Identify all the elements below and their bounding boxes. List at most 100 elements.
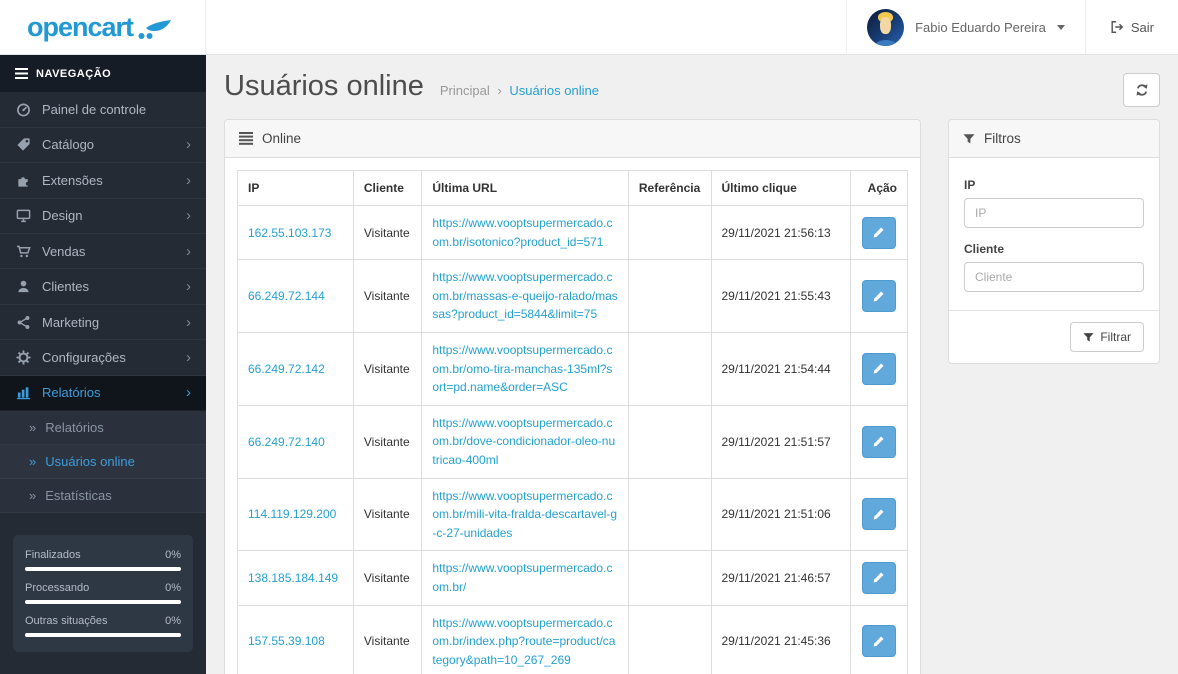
url-link[interactable]: https://www.vooptsupermercado.com.br/mas… — [432, 268, 618, 324]
submenu-item-usuarios-online[interactable]: » Usuários online — [0, 445, 206, 480]
url-link[interactable]: https://www.vooptsupermercado.com.br/ — [432, 559, 618, 596]
edit-button[interactable] — [861, 561, 896, 594]
filter-icon — [963, 133, 975, 145]
submenu-item-label: Usuários online — [45, 454, 135, 470]
sidebar-item-label: Catálogo — [42, 137, 95, 153]
sidebar-item-label: Relatórios — [42, 385, 101, 401]
sidebar-item-label: Clientes — [42, 279, 89, 295]
ultimo-clique-cell: 29/11/2021 21:45:36 — [710, 604, 851, 674]
url-link[interactable]: https://www.vooptsupermercado.com.br/dov… — [432, 414, 618, 470]
chevron-right-icon: › — [186, 171, 191, 189]
sidebar-item-clientes[interactable]: Clientes › — [0, 269, 206, 305]
col-header-acao: Ação — [849, 170, 909, 206]
cart-icon — [15, 244, 31, 259]
sidebar-item-label: Extensões — [42, 172, 103, 188]
sidebar-item-painel-de-controle[interactable]: Painel de controle — [0, 92, 206, 128]
chevron-right-icon: › — [186, 136, 191, 154]
stat-outras-situacoes: Outras situações 0% — [25, 615, 181, 627]
cliente-cell: Visitante — [352, 259, 423, 333]
header-spacer — [206, 0, 846, 54]
edit-button[interactable] — [861, 425, 896, 458]
ip-link[interactable]: 66.249.72.142 — [248, 362, 325, 376]
breadcrumb-root[interactable]: Principal — [440, 83, 490, 98]
pencil-icon — [873, 636, 884, 647]
page-title: Usuários online — [224, 70, 424, 102]
breadcrumb: Principal › Usuários online — [440, 83, 599, 98]
stat-label: Outras situações — [25, 615, 108, 628]
edit-button[interactable] — [861, 625, 896, 658]
referencia-cell — [627, 550, 712, 606]
ip-link[interactable]: 138.185.184.149 — [248, 571, 338, 585]
online-panel-body: IP Cliente Última URL Referência Último … — [225, 158, 920, 674]
url-link[interactable]: https://www.vooptsupermercado.com.br/mil… — [432, 487, 618, 543]
ip-link[interactable]: 162.55.103.173 — [248, 226, 331, 240]
ip-link[interactable]: 66.249.72.144 — [248, 289, 325, 303]
filter-button[interactable]: Filtrar — [1070, 322, 1144, 352]
table-row: 138.185.184.149 Visitante https://www.vo… — [237, 550, 909, 606]
order-status-stats: Finalizados 0% Processando 0% Outras sit… — [13, 535, 193, 653]
edit-button[interactable] — [861, 498, 896, 531]
breadcrumb-current[interactable]: Usuários online — [509, 83, 599, 98]
share-icon — [15, 315, 31, 330]
table-row: 66.249.72.144 Visitante https://www.voop… — [237, 259, 909, 333]
logo[interactable]: opencart — [0, 0, 206, 54]
ultimo-clique-cell: 29/11/2021 21:55:43 — [710, 259, 851, 333]
sidebar-item-vendas[interactable]: Vendas › — [0, 234, 206, 270]
edit-button[interactable] — [861, 352, 896, 385]
edit-button[interactable] — [861, 280, 896, 313]
ip-link[interactable]: 66.249.72.140 — [248, 435, 325, 449]
referencia-cell — [627, 477, 712, 552]
refresh-button[interactable] — [1123, 73, 1160, 107]
sidebar-item-marketing[interactable]: Marketing › — [0, 305, 206, 341]
ip-link[interactable]: 157.55.39.108 — [248, 634, 325, 648]
cliente-filter-label: Cliente — [964, 242, 1005, 256]
page-header: Usuários online Principal › Usuários onl… — [224, 55, 1160, 119]
logout-button[interactable]: Sair — [1084, 0, 1178, 54]
referencia-cell — [627, 331, 712, 406]
submenu-item-estatisticas[interactable]: » Estatísticas — [0, 479, 206, 514]
stat-label: Processando — [25, 582, 90, 595]
stat-value: 0% — [165, 615, 181, 628]
cliente-cell: Visitante — [352, 477, 423, 552]
sidebar-item-label: Marketing — [42, 314, 100, 330]
user-menu[interactable]: Fabio Eduardo Pereira — [846, 0, 1085, 54]
url-link[interactable]: https://www.vooptsupermercado.com.br/iso… — [432, 214, 618, 251]
chevron-right-icon: › — [186, 278, 191, 296]
online-panel: Online IP Cliente Última URL Referência … — [224, 119, 921, 674]
progress-bar — [25, 567, 181, 572]
sidebar-item-label: Vendas — [42, 243, 86, 259]
submenu-item-label: Relatórios — [45, 420, 104, 436]
ip-filter-label: IP — [964, 178, 976, 192]
sidebar-item-relatorios[interactable]: Relatórios › — [0, 375, 206, 412]
online-users-table: IP Cliente Última URL Referência Último … — [237, 170, 909, 674]
sidebar-item-design[interactable]: Design › — [0, 199, 206, 234]
ip-link[interactable]: 114.119.129.200 — [248, 507, 336, 521]
sidebar-item-configuracoes[interactable]: Configurações › — [0, 340, 206, 376]
cliente-filter-input[interactable] — [964, 262, 1144, 292]
ip-filter-input[interactable] — [964, 198, 1144, 228]
double-angle-icon: » — [29, 454, 37, 470]
chevron-right-icon: › — [186, 207, 191, 225]
logo-text: opencart — [27, 11, 134, 42]
table-row: 157.55.39.108 Visitante https://www.voop… — [237, 604, 909, 674]
filters-panel-title: Filtros — [984, 131, 1021, 146]
chevron-right-icon: › — [186, 384, 191, 402]
table-row: 162.55.103.173 Visitante https://www.voo… — [237, 204, 909, 261]
url-link[interactable]: https://www.vooptsupermercado.com.br/ind… — [432, 614, 618, 670]
cliente-cell: Visitante — [352, 204, 423, 261]
list-icon — [239, 132, 253, 145]
sidebar-item-label: Painel de controle — [42, 102, 147, 118]
ultimo-clique-cell: 29/11/2021 21:56:13 — [710, 204, 851, 261]
chevron-right-icon: › — [186, 242, 191, 260]
filters-panel-heading: Filtros — [949, 120, 1159, 158]
edit-button[interactable] — [861, 216, 896, 249]
sidebar-nav-header: NAVEGAÇÃO — [0, 55, 206, 93]
cliente-cell: Visitante — [352, 604, 423, 674]
stat-value: 0% — [165, 549, 181, 562]
progress-bar — [25, 633, 181, 638]
submenu-item-relatorios[interactable]: » Relatórios — [0, 411, 206, 446]
sidebar-item-catalogo[interactable]: Catálogo › — [0, 128, 206, 164]
url-link[interactable]: https://www.vooptsupermercado.com.br/omo… — [432, 341, 618, 397]
sidebar-item-extensoes[interactable]: Extensões › — [0, 163, 206, 199]
gear-icon — [15, 350, 31, 365]
